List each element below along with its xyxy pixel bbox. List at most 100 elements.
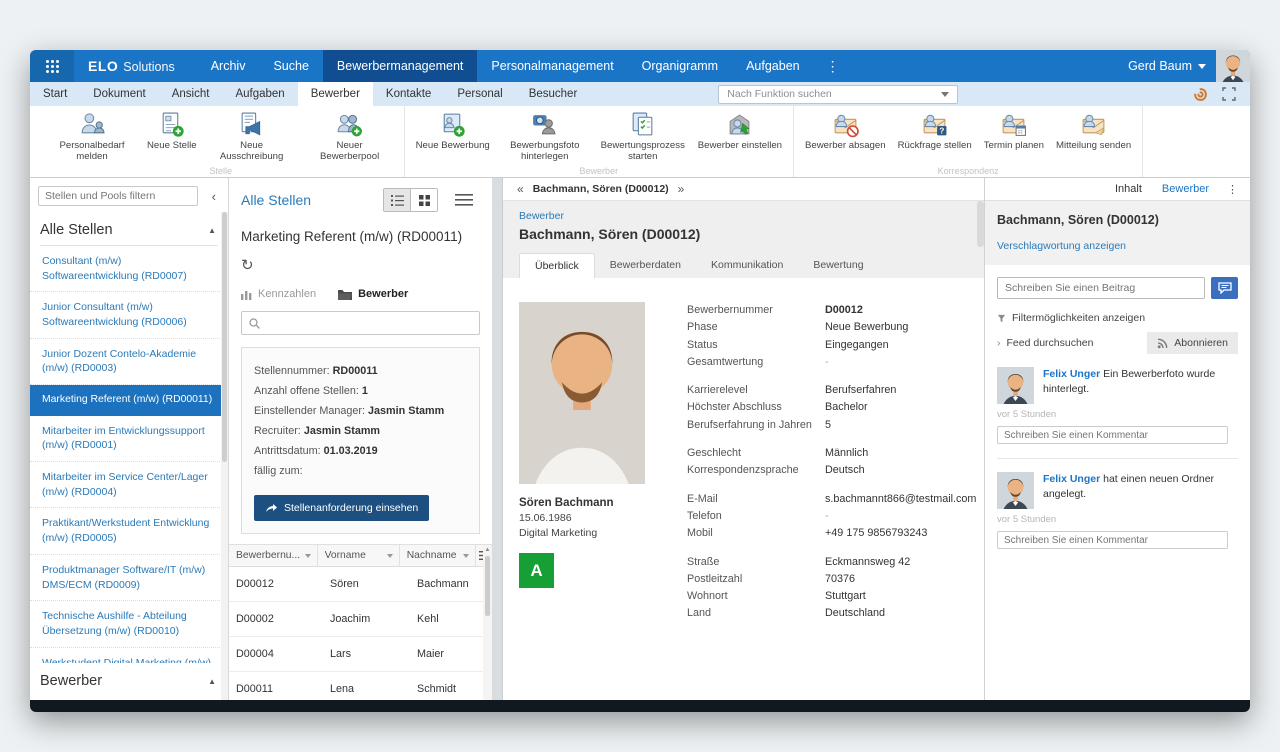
- view-requisition-button[interactable]: Stellenanforderung einsehen: [254, 495, 429, 521]
- query-icon: ?: [921, 111, 948, 138]
- apps-grid-icon[interactable]: [30, 50, 74, 82]
- toolbar-group-label: Stelle: [38, 166, 404, 176]
- table-row[interactable]: D00012 Sören Bachmann: [229, 567, 492, 602]
- tab-kennzahlen[interactable]: Kennzahlen: [241, 288, 316, 300]
- record-type-link[interactable]: Bewerber: [519, 210, 968, 222]
- breadcrumb[interactable]: Alle Stellen: [241, 192, 311, 208]
- panel-menu-icon[interactable]: [448, 189, 480, 211]
- toolbar-item-label: Neue Bewerbung: [416, 140, 490, 151]
- job-list-item[interactable]: Technische Aushilfe - Abteilung Übersetz…: [30, 601, 228, 647]
- collapse-sidebar-icon[interactable]: ‹: [208, 189, 220, 204]
- refresh-icon[interactable]: ↻: [241, 256, 259, 274]
- section-alle-stellen[interactable]: Alle Stellen ▲: [40, 214, 218, 246]
- new-post-input[interactable]: [997, 277, 1205, 299]
- user-avatar[interactable]: [1216, 50, 1250, 82]
- nav-item-personalmanagement[interactable]: Personalmanagement: [477, 50, 627, 82]
- button-label: Stellenanforderung einsehen: [284, 502, 418, 514]
- ribbon-tab-personal[interactable]: Personal: [444, 82, 515, 106]
- neue-bewerbung-button[interactable]: Neue Bewerbung: [410, 106, 496, 165]
- job-list-item-selected[interactable]: Marketing Referent (m/w) (RD00011): [30, 385, 228, 416]
- bewerber-einstellen-button[interactable]: Bewerber einstellen: [692, 106, 788, 165]
- termin-planen-button[interactable]: Termin planen: [978, 106, 1050, 165]
- nav-overflow-icon[interactable]: ⋮: [814, 58, 852, 75]
- neuer-bewerberpool-button[interactable]: Neuer Bewerberpool: [301, 106, 399, 165]
- feed-author-avatar[interactable]: [997, 367, 1034, 404]
- tab-bewerberdaten[interactable]: Bewerberdaten: [595, 253, 696, 278]
- mitteilung-senden-button[interactable]: Mitteilung senden: [1050, 106, 1137, 165]
- elo-assistant-icon[interactable]: [1193, 87, 1208, 102]
- job-list-item[interactable]: Mitarbeiter im Service Center/Lager (m/w…: [30, 462, 228, 508]
- prev-record-icon[interactable]: «: [517, 182, 524, 196]
- next-record-icon[interactable]: »: [678, 182, 685, 196]
- search-feed-link[interactable]: › Feed durchsuchen: [997, 337, 1093, 349]
- ribbon-tab-aufgaben[interactable]: Aufgaben: [222, 82, 297, 106]
- neue-ausschreibung-button[interactable]: Neue Ausschreibung: [203, 106, 301, 165]
- show-filters-link[interactable]: Filtermöglichkeiten anzeigen: [997, 312, 1238, 324]
- job-field-label: fällig zum:: [254, 465, 303, 477]
- feed-author-link[interactable]: Felix Unger: [1043, 368, 1100, 380]
- section-bewerber[interactable]: Bewerber ▲: [40, 665, 218, 696]
- job-field-value: Jasmin Stamm: [368, 405, 444, 417]
- rueckfrage-stellen-button[interactable]: ? Rückfrage stellen: [892, 106, 978, 165]
- comment-input[interactable]: [997, 426, 1228, 444]
- function-search-select[interactable]: Nach Funktion suchen: [718, 85, 958, 104]
- tab-bewertung[interactable]: Bewertung: [798, 253, 878, 278]
- submit-post-button[interactable]: [1211, 277, 1238, 299]
- comment-input[interactable]: [997, 531, 1228, 549]
- ribbon-tab-besucher[interactable]: Besucher: [516, 82, 591, 106]
- ribbon-tab-ansicht[interactable]: Ansicht: [159, 82, 223, 106]
- column-header-bewerbernummer[interactable]: Bewerbernu...: [229, 545, 318, 566]
- table-row[interactable]: D00002 Joachim Kehl: [229, 602, 492, 637]
- subscribe-button[interactable]: Abonnieren: [1147, 332, 1238, 354]
- tab-ueberblick[interactable]: Überblick: [519, 253, 595, 278]
- job-list-item[interactable]: Consultant (m/w) Softwareentwicklung (RD…: [30, 246, 228, 292]
- tab-kommunikation[interactable]: Kommunikation: [696, 253, 798, 278]
- ribbon-tab-kontakte[interactable]: Kontakte: [373, 82, 444, 106]
- job-list-item[interactable]: Werkstudent Digital Marketing (m/w) (RD0…: [30, 648, 228, 663]
- ribbon-tab-start[interactable]: Start: [30, 82, 80, 106]
- tab-feed-bewerber[interactable]: Bewerber: [1152, 183, 1219, 195]
- bewerber-absagen-button[interactable]: Bewerber absagen: [799, 106, 892, 165]
- table-row[interactable]: D00004 Lars Maier: [229, 637, 492, 672]
- grid-view-button[interactable]: [410, 189, 437, 211]
- sidebar-scrollbar[interactable]: [221, 212, 228, 700]
- user-menu[interactable]: Gerd Baum: [1118, 59, 1216, 73]
- applicant-search-field[interactable]: [241, 311, 480, 335]
- ribbon-tab-dokument[interactable]: Dokument: [80, 82, 158, 106]
- jobs-filter-input[interactable]: [38, 186, 198, 206]
- fullscreen-icon[interactable]: [1222, 87, 1236, 101]
- nav-item-aufgaben[interactable]: Aufgaben: [732, 50, 814, 82]
- column-header-vorname[interactable]: Vorname: [318, 545, 400, 566]
- bewertungsprozess-starten-button[interactable]: Bewertungsprozess starten: [594, 106, 692, 165]
- neue-stelle-button[interactable]: Neue Stelle: [141, 106, 203, 165]
- show-keywording-link[interactable]: Verschlagwortung anzeigen: [997, 240, 1238, 252]
- feed-author-link[interactable]: Felix Unger: [1043, 473, 1100, 485]
- applicant-search-input[interactable]: [266, 316, 472, 330]
- feed-menu-icon[interactable]: ⋮: [1219, 183, 1246, 196]
- sort-caret-icon: [387, 554, 393, 558]
- bewerbungsfoto-hinterlegen-button[interactable]: Bewerbungsfoto hinterlegen: [496, 106, 594, 165]
- ribbon-tab-bewerber[interactable]: Bewerber: [298, 82, 373, 106]
- job-list-item[interactable]: Praktikant/Werkstudent Entwicklung (m/w)…: [30, 508, 228, 554]
- table-row[interactable]: D00011 Lena Schmidt: [229, 672, 492, 700]
- feed-author-avatar[interactable]: [997, 472, 1034, 509]
- nav-item-organigramm[interactable]: Organigramm: [628, 50, 732, 82]
- tab-bewerber[interactable]: Bewerber: [338, 288, 408, 300]
- job-list-item[interactable]: Junior Dozent Contelo-Akademie (m/w) (RD…: [30, 339, 228, 385]
- field-label: Telefon: [687, 508, 825, 525]
- personalbedarf-melden-button[interactable]: Personalbedarf melden: [43, 106, 141, 165]
- nav-item-archiv[interactable]: Archiv: [197, 50, 260, 82]
- applicant-photo-column: Sören Bachmann 15.06.1986 Digital Market…: [519, 302, 645, 700]
- nav-item-suche[interactable]: Suche: [259, 50, 322, 82]
- applicant-department: Digital Marketing: [519, 527, 645, 539]
- column-header-nachname[interactable]: Nachname: [400, 545, 477, 566]
- table-scrollbar[interactable]: ▲: [483, 545, 492, 700]
- nav-item-bewerbermanagement[interactable]: Bewerbermanagement: [323, 50, 477, 82]
- list-view-button[interactable]: [384, 189, 410, 211]
- job-list-item[interactable]: Junior Consultant (m/w) Softwareentwickl…: [30, 292, 228, 338]
- feed-entry-time: vor 5 Stunden: [997, 409, 1238, 420]
- tab-inhalt[interactable]: Inhalt: [1105, 183, 1152, 195]
- job-list-item[interactable]: Mitarbeiter im Entwicklungssupport (m/w)…: [30, 416, 228, 462]
- detail-scrollbar[interactable]: [977, 201, 984, 247]
- job-list-item[interactable]: Produktmanager Software/IT (m/w) DMS/ECM…: [30, 555, 228, 601]
